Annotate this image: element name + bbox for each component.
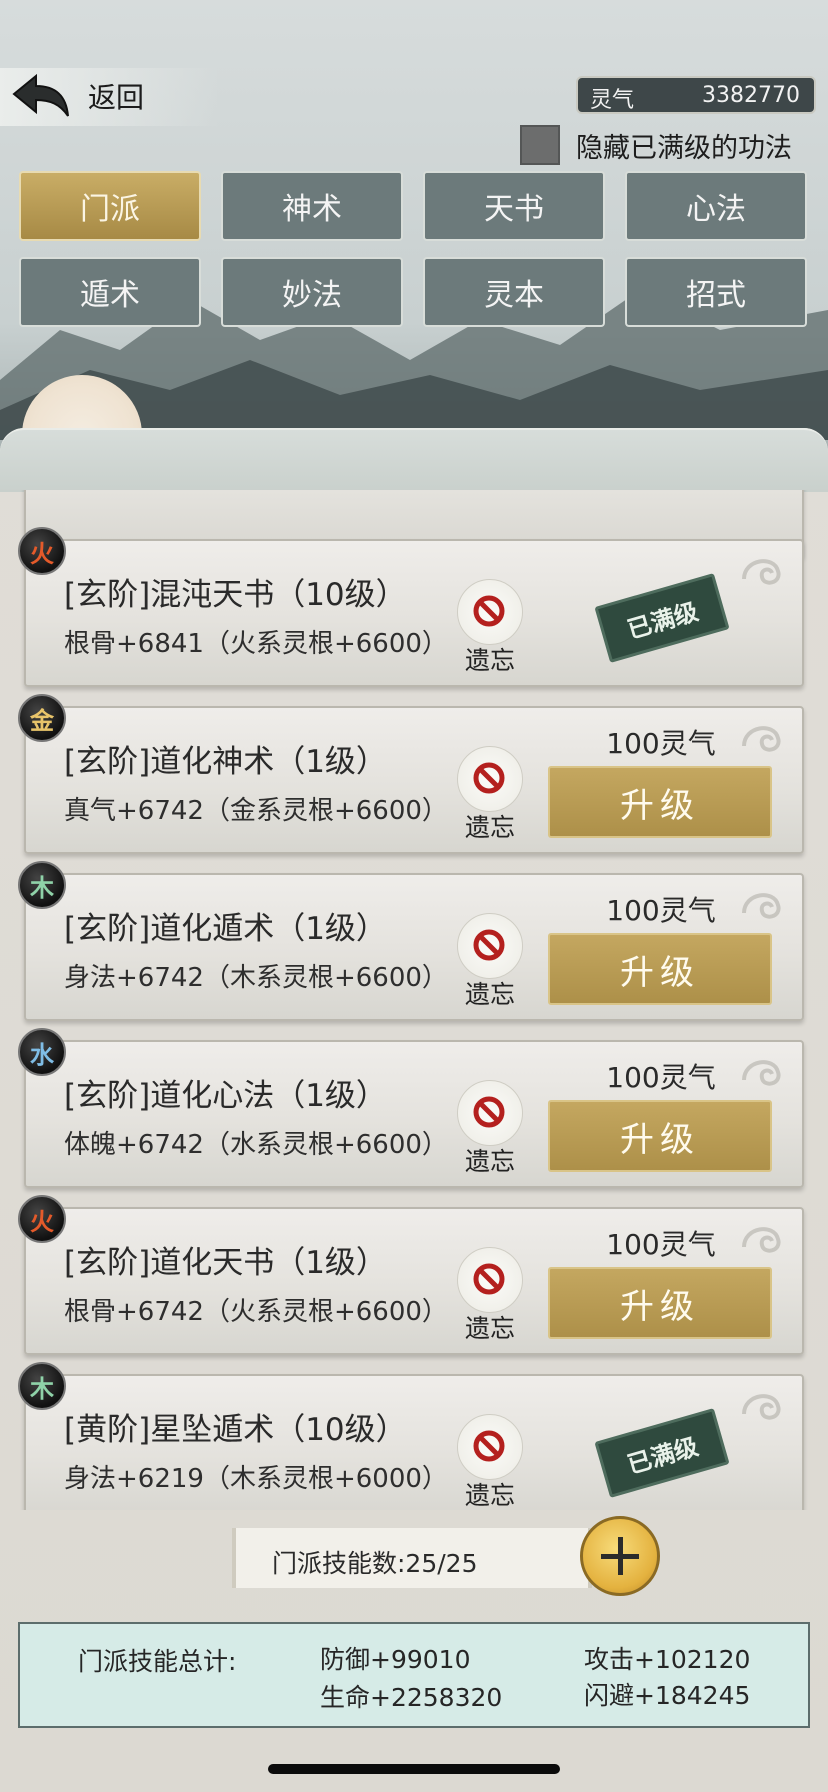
fire-element-icon: 火 [18, 1195, 66, 1243]
skill-name: [玄阶]道化天书（1级） [64, 1245, 387, 1281]
qi-balance: 灵气 3382770 [576, 76, 816, 114]
upgrade-button[interactable]: 升级 [548, 1267, 772, 1339]
hide-maxed-checkbox[interactable] [520, 125, 560, 165]
skill-bonus: 根骨+6841（火系灵根+6600） [64, 629, 448, 659]
tab-shenshu[interactable]: 神术 [221, 171, 403, 241]
skill-card: 木 [玄阶]道化遁术（1级） 身法+6742（木系灵根+6600） 遗忘 100… [18, 861, 804, 1021]
panel-header-decoration [0, 428, 828, 492]
skill-card: 火 [玄阶]混沌天书（10级） 根骨+6841（火系灵根+6600） 遗忘 已满… [18, 527, 804, 687]
skill-card: 火 [玄阶]道化天书（1级） 根骨+6742（火系灵根+6600） 遗忘 100… [18, 1195, 804, 1355]
maxed-stamp: 已满级 [594, 573, 730, 663]
skill-bonus: 体魄+6742（水系灵根+6600） [64, 1130, 448, 1160]
skill-card: 水 [玄阶]道化心法（1级） 体魄+6742（水系灵根+6600） 遗忘 100… [18, 1028, 804, 1188]
home-indicator[interactable] [268, 1764, 560, 1774]
tab-miaofa[interactable]: 妙法 [221, 257, 403, 327]
wood-element-icon: 木 [18, 1362, 66, 1410]
summary-defense: 防御+99010 [320, 1645, 471, 1674]
qi-value: 3382770 [702, 83, 800, 108]
upgrade-button[interactable]: 升级 [548, 766, 772, 838]
forget-label: 遗忘 [464, 1314, 515, 1343]
forbidden-icon [473, 1096, 505, 1128]
water-element-icon: 水 [18, 1028, 66, 1076]
upgrade-cost: 100灵气 [606, 894, 716, 927]
tab-tianshu[interactable]: 天书 [423, 171, 605, 241]
cloud-ornament-icon [742, 1394, 781, 1420]
tab-xinfa[interactable]: 心法 [625, 171, 807, 241]
upgrade-cost: 100灵气 [606, 1228, 716, 1261]
skill-card: 金 [玄阶]道化神术（1级） 真气+6742（金系灵根+6600） 遗忘 100… [18, 694, 804, 854]
wood-element-icon: 木 [18, 861, 66, 909]
cloud-ornament-icon [742, 559, 781, 585]
skill-name: [玄阶]混沌天书（10级） [64, 577, 407, 613]
back-button[interactable]: 返回 [88, 76, 144, 116]
forget-label: 遗忘 [464, 980, 515, 1009]
forget-button[interactable]: 遗忘 [454, 579, 526, 679]
tab-lingben[interactable]: 灵本 [423, 257, 605, 327]
tab-menpai[interactable]: 门派 [19, 171, 201, 241]
skill-count-label: 门派技能数:25/25 [272, 1549, 478, 1578]
upgrade-cost: 100灵气 [606, 1061, 716, 1094]
summary-dodge: 闪避+184245 [584, 1681, 751, 1710]
forget-label: 遗忘 [464, 646, 515, 675]
metal-element-icon: 金 [18, 694, 66, 742]
upgrade-button[interactable]: 升级 [548, 933, 772, 1005]
tab-dunshu[interactable]: 遁术 [19, 257, 201, 327]
skill-bonus: 身法+6219（木系灵根+6000） [64, 1464, 448, 1494]
forget-button[interactable]: 遗忘 [454, 1080, 526, 1180]
skill-card: 木 [黄阶]星坠遁术（10级） 身法+6219（木系灵根+6000） 遗忘 已满… [18, 1362, 804, 1510]
forget-button[interactable]: 遗忘 [454, 746, 526, 846]
forget-button[interactable]: 遗忘 [454, 1414, 526, 1510]
forbidden-icon [473, 762, 505, 794]
summary-attack: 攻击+102120 [584, 1645, 751, 1674]
skill-list[interactable]: 火 [玄阶]混沌天书（10级） 根骨+6841（火系灵根+6600） 遗忘 已满… [0, 490, 828, 1510]
skill-bonus: 身法+6742（木系灵根+6600） [64, 963, 448, 993]
skill-bonus: 根骨+6742（火系灵根+6600） [64, 1297, 448, 1327]
upgrade-button[interactable]: 升级 [548, 1100, 772, 1172]
skill-bonus: 真气+6742（金系灵根+6600） [64, 796, 448, 826]
add-slot-button[interactable] [580, 1516, 660, 1596]
fire-element-icon: 火 [18, 527, 66, 575]
forbidden-icon [473, 595, 505, 627]
skill-name: [玄阶]道化遁术（1级） [64, 911, 387, 947]
qi-label: 灵气 [590, 88, 635, 113]
forbidden-icon [473, 1263, 505, 1295]
skill-name: [玄阶]道化心法（1级） [64, 1078, 387, 1114]
forget-label: 遗忘 [464, 1481, 515, 1510]
forget-label: 遗忘 [464, 813, 515, 842]
tab-zhaoshi[interactable]: 招式 [625, 257, 807, 327]
forbidden-icon [473, 929, 505, 961]
skill-name: [黄阶]星坠遁术（10级） [64, 1412, 407, 1448]
forget-button[interactable]: 遗忘 [454, 1247, 526, 1347]
forget-button[interactable]: 遗忘 [454, 913, 526, 1013]
hide-maxed-label[interactable]: 隐藏已满级的功法 [576, 126, 792, 165]
skill-name: [玄阶]道化神术（1级） [64, 744, 387, 780]
maxed-stamp: 已满级 [594, 1408, 730, 1498]
plus-icon-vertical [618, 1537, 623, 1575]
back-arrow-icon[interactable] [10, 72, 72, 122]
summary-title: 门派技能总计: [78, 1647, 237, 1676]
upgrade-cost: 100灵气 [606, 727, 716, 760]
forbidden-icon [473, 1430, 505, 1462]
summary-life: 生命+2258320 [320, 1683, 503, 1712]
forget-label: 遗忘 [464, 1147, 515, 1176]
